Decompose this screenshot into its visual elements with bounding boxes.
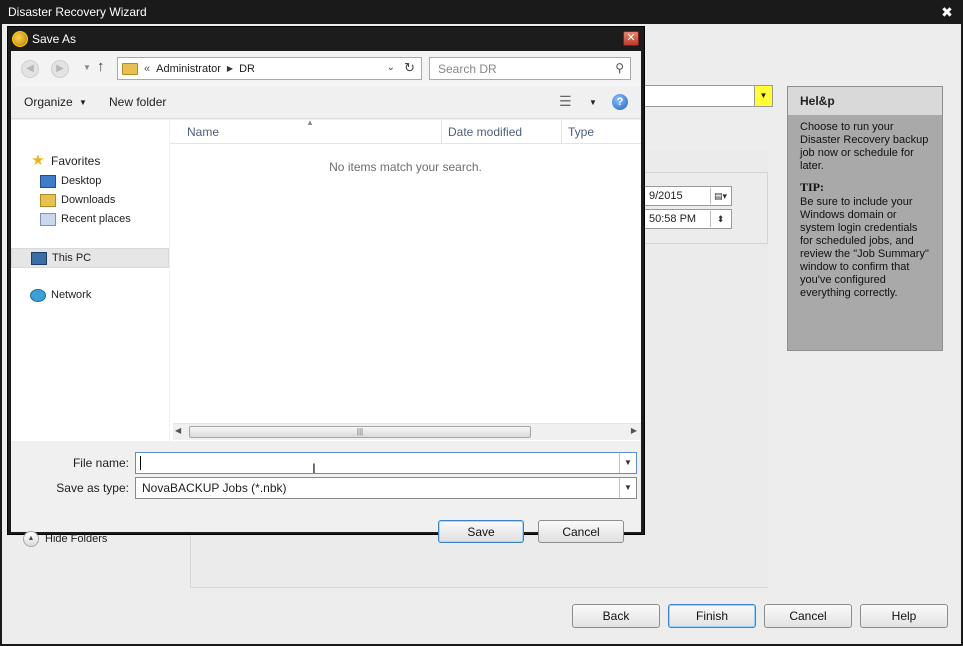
column-divider[interactable] bbox=[561, 120, 562, 144]
file-name-input[interactable]: I ▼ bbox=[135, 452, 637, 476]
refresh-icon[interactable]: ↻ bbox=[404, 60, 415, 76]
view-options-icon[interactable]: ☰ bbox=[559, 93, 572, 110]
help-intro: Choose to run your Disaster Recovery bac… bbox=[800, 121, 929, 172]
folder-icon bbox=[122, 62, 138, 75]
list-header: ▲ Name Date modified Type bbox=[170, 118, 641, 144]
recent-locations-icon[interactable]: ▼ bbox=[83, 63, 91, 72]
calendar-icon[interactable]: ▤▾ bbox=[710, 188, 730, 204]
tree-item-desktop[interactable]: Desktop bbox=[11, 172, 169, 190]
new-folder-button[interactable]: New folder bbox=[109, 95, 166, 109]
back-arrow-icon[interactable]: ◀ bbox=[21, 60, 39, 78]
tree-item-this-pc[interactable]: This PC bbox=[11, 248, 169, 268]
scroll-left-icon[interactable]: ◀ bbox=[175, 426, 181, 435]
desktop-icon bbox=[40, 174, 56, 188]
help-tip-text: Be sure to include your Windows domain o… bbox=[800, 196, 929, 299]
tree-item-label: Downloads bbox=[61, 194, 116, 206]
empty-message: No items match your search. bbox=[329, 160, 482, 174]
finish-button[interactable]: Finish bbox=[668, 604, 756, 628]
chevron-down-icon[interactable]: ▼ bbox=[754, 86, 772, 106]
sort-ascending-icon: ▲ bbox=[306, 118, 314, 127]
hide-folders-toggle[interactable]: ▲ Hide Folders bbox=[23, 531, 107, 547]
tree-item-label: Network bbox=[51, 289, 92, 301]
tree-item-downloads[interactable]: Downloads bbox=[11, 191, 169, 209]
caret bbox=[140, 456, 141, 470]
search-input[interactable]: Search DR ⚲ bbox=[429, 57, 631, 80]
schedule-date-field[interactable]: 9/2015 ▤▾ bbox=[642, 186, 732, 206]
schedule-box bbox=[640, 172, 768, 244]
help-panel-title: Hel&p bbox=[788, 87, 942, 115]
tree-item-favorites[interactable]: ★ Favorites bbox=[11, 152, 169, 170]
save-form: File name: I ▼ Save as type: NovaBACKUP … bbox=[11, 441, 641, 547]
search-icon[interactable]: ⚲ bbox=[615, 61, 624, 75]
chevron-up-icon: ▲ bbox=[23, 531, 39, 547]
column-divider[interactable] bbox=[441, 120, 442, 144]
chevron-down-icon[interactable]: ▼ bbox=[619, 478, 636, 498]
column-header-date-modified[interactable]: Date modified bbox=[448, 125, 522, 139]
up-arrow-icon[interactable]: ↑ bbox=[97, 58, 105, 75]
wizard-close-icon[interactable]: ✖ bbox=[939, 4, 955, 20]
chevron-down-icon[interactable]: ▼ bbox=[619, 453, 636, 473]
save-button[interactable]: Save bbox=[438, 520, 524, 543]
save-as-title: Save As bbox=[32, 32, 77, 46]
toolbar: Organize ▼ New folder ☰ ▼ ? bbox=[11, 87, 641, 119]
help-panel-body: Choose to run your Disaster Recovery bac… bbox=[788, 115, 942, 300]
chevron-down-icon[interactable]: ▼ bbox=[589, 98, 597, 107]
time-value: 50:58 PM bbox=[649, 213, 697, 225]
scrollbar-thumb[interactable]: ||| bbox=[189, 426, 531, 438]
downloads-folder-icon bbox=[40, 193, 56, 207]
help-panel: Hel&p Choose to run your Disaster Recove… bbox=[787, 86, 943, 351]
app-logo-icon bbox=[12, 31, 28, 47]
file-name-label: File name: bbox=[72, 456, 129, 470]
wizard-titlebar: Disaster Recovery Wizard ✖ bbox=[0, 0, 963, 24]
save-as-titlebar: Save As ✕ bbox=[8, 27, 644, 51]
breadcrumb-administrator[interactable]: Administrator bbox=[156, 63, 221, 75]
hide-folders-label: Hide Folders bbox=[45, 533, 108, 545]
schedule-time-field[interactable]: 50:58 PM ⬍ bbox=[642, 209, 732, 229]
chevron-down-icon[interactable]: ▼ bbox=[79, 98, 87, 107]
wizard-title: Disaster Recovery Wizard bbox=[8, 5, 147, 19]
spinner-icon[interactable]: ⬍ bbox=[710, 211, 730, 227]
navigation-row: ◀ ▶ ▼ ↑ « Administrator ▶ DR ⌄ ↻ Search … bbox=[11, 51, 641, 87]
save-as-type-select[interactable]: NovaBACKUP Jobs (*.nbk) ▼ bbox=[135, 477, 637, 499]
tree-item-label: Favorites bbox=[51, 154, 101, 168]
network-icon bbox=[30, 288, 46, 302]
help-tip-title: TIP: bbox=[800, 180, 824, 194]
save-as-type-value: NovaBACKUP Jobs (*.nbk) bbox=[142, 481, 287, 495]
file-list[interactable]: ▲ Name Date modified Type No items match… bbox=[170, 118, 641, 441]
chevron-right-icon[interactable]: ▶ bbox=[227, 64, 233, 73]
horizontal-scrollbar[interactable]: ◀ ||| ▶ bbox=[173, 423, 641, 440]
organize-menu[interactable]: Organize bbox=[24, 95, 73, 109]
help-icon[interactable]: ? bbox=[612, 94, 628, 110]
column-header-name[interactable]: Name bbox=[187, 125, 219, 139]
star-icon: ★ bbox=[31, 152, 45, 169]
tree-item-label: Recent places bbox=[61, 213, 131, 225]
breadcrumb-dr[interactable]: DR bbox=[239, 63, 255, 75]
tree-item-network[interactable]: Network bbox=[11, 286, 169, 304]
scroll-right-icon[interactable]: ▶ bbox=[631, 426, 637, 435]
recent-places-icon bbox=[40, 212, 56, 226]
date-value: 9/2015 bbox=[649, 190, 683, 202]
breadcrumb-overflow[interactable]: « bbox=[144, 63, 150, 75]
job-dropdown[interactable]: ▼ bbox=[643, 85, 773, 107]
tree-item-recent-places[interactable]: Recent places bbox=[11, 210, 169, 228]
back-button[interactable]: Back bbox=[572, 604, 660, 628]
wizard-cancel-button[interactable]: Cancel bbox=[764, 604, 852, 628]
navigation-pane: ★ Favorites Desktop Downloads Recent pla… bbox=[11, 120, 169, 441]
close-icon[interactable]: ✕ bbox=[623, 31, 639, 46]
save-as-dialog: Save As ✕ ◀ ▶ ▼ ↑ « Administrator ▶ DR ⌄… bbox=[7, 26, 645, 547]
text-cursor-icon: I bbox=[312, 460, 316, 476]
save-as-type-label: Save as type: bbox=[56, 481, 129, 495]
forward-arrow-icon[interactable]: ▶ bbox=[51, 60, 69, 78]
tree-item-label: This PC bbox=[52, 252, 92, 264]
search-placeholder: Search DR bbox=[438, 62, 497, 76]
save-as-content: ◀ ▶ ▼ ↑ « Administrator ▶ DR ⌄ ↻ Search … bbox=[11, 51, 641, 547]
chevron-down-icon[interactable]: ⌄ bbox=[387, 62, 395, 73]
column-header-type[interactable]: Type bbox=[568, 125, 594, 139]
tree-item-label: Desktop bbox=[61, 175, 102, 187]
address-bar[interactable]: « Administrator ▶ DR ⌄ ↻ bbox=[117, 57, 422, 80]
help-button[interactable]: Help bbox=[860, 604, 948, 628]
cancel-button[interactable]: Cancel bbox=[538, 520, 624, 543]
computer-icon bbox=[31, 251, 47, 265]
